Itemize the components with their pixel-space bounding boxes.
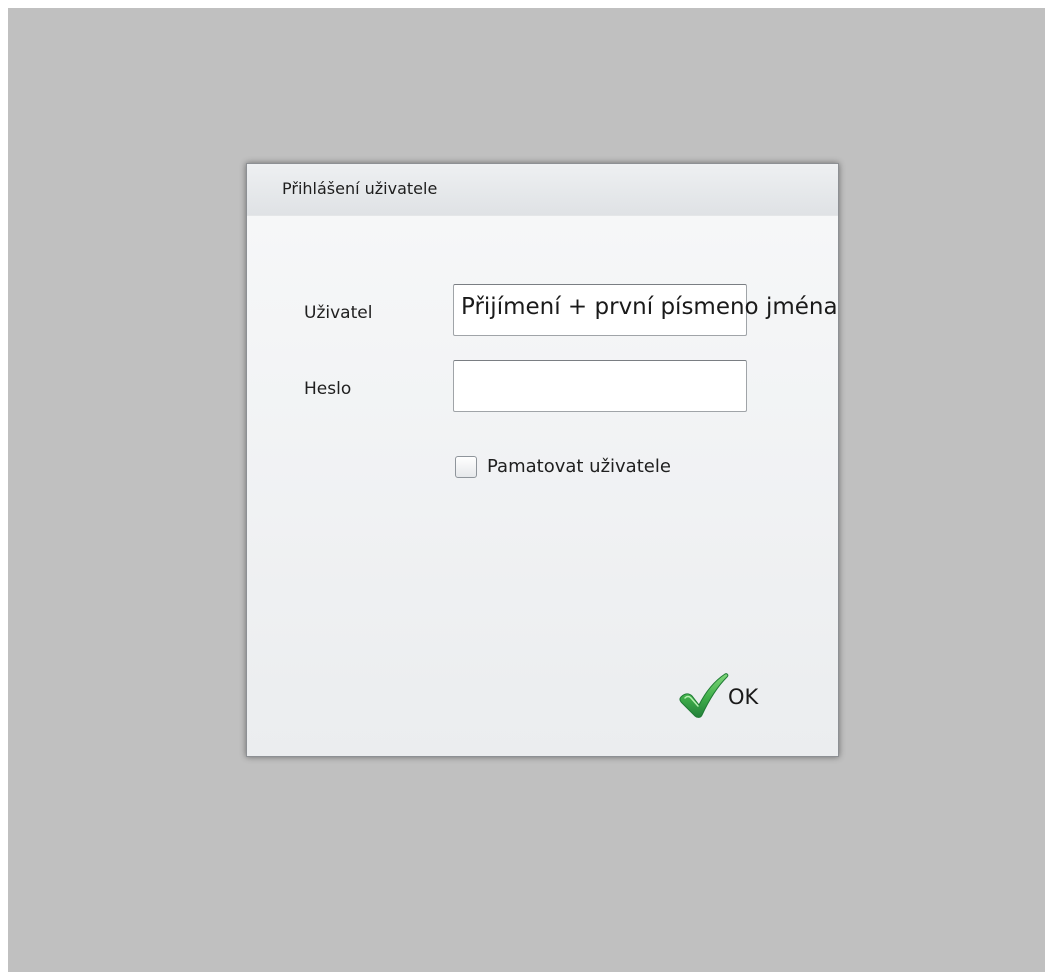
user-input[interactable]: Přijímení + první písmeno jména (453, 284, 838, 336)
password-label: Heslo (304, 379, 352, 399)
login-dialog: Přihlášení uživatele Uživatel Přijímení … (246, 163, 839, 757)
dialog-titlebar: Přihlášení uživatele (247, 164, 838, 216)
ok-button[interactable]: OK (677, 671, 772, 719)
ok-button-label: OK (728, 685, 759, 709)
user-input-value: Přijímení + první písmeno jména (461, 294, 838, 320)
remember-user-checkbox[interactable] (455, 456, 477, 478)
password-input[interactable] (453, 360, 747, 412)
green-checkmark-icon (679, 673, 729, 718)
remember-user-label[interactable]: Pamatovat uživatele (487, 456, 671, 477)
user-label: Uživatel (304, 303, 373, 323)
dialog-title: Přihlášení uživatele (282, 179, 438, 198)
